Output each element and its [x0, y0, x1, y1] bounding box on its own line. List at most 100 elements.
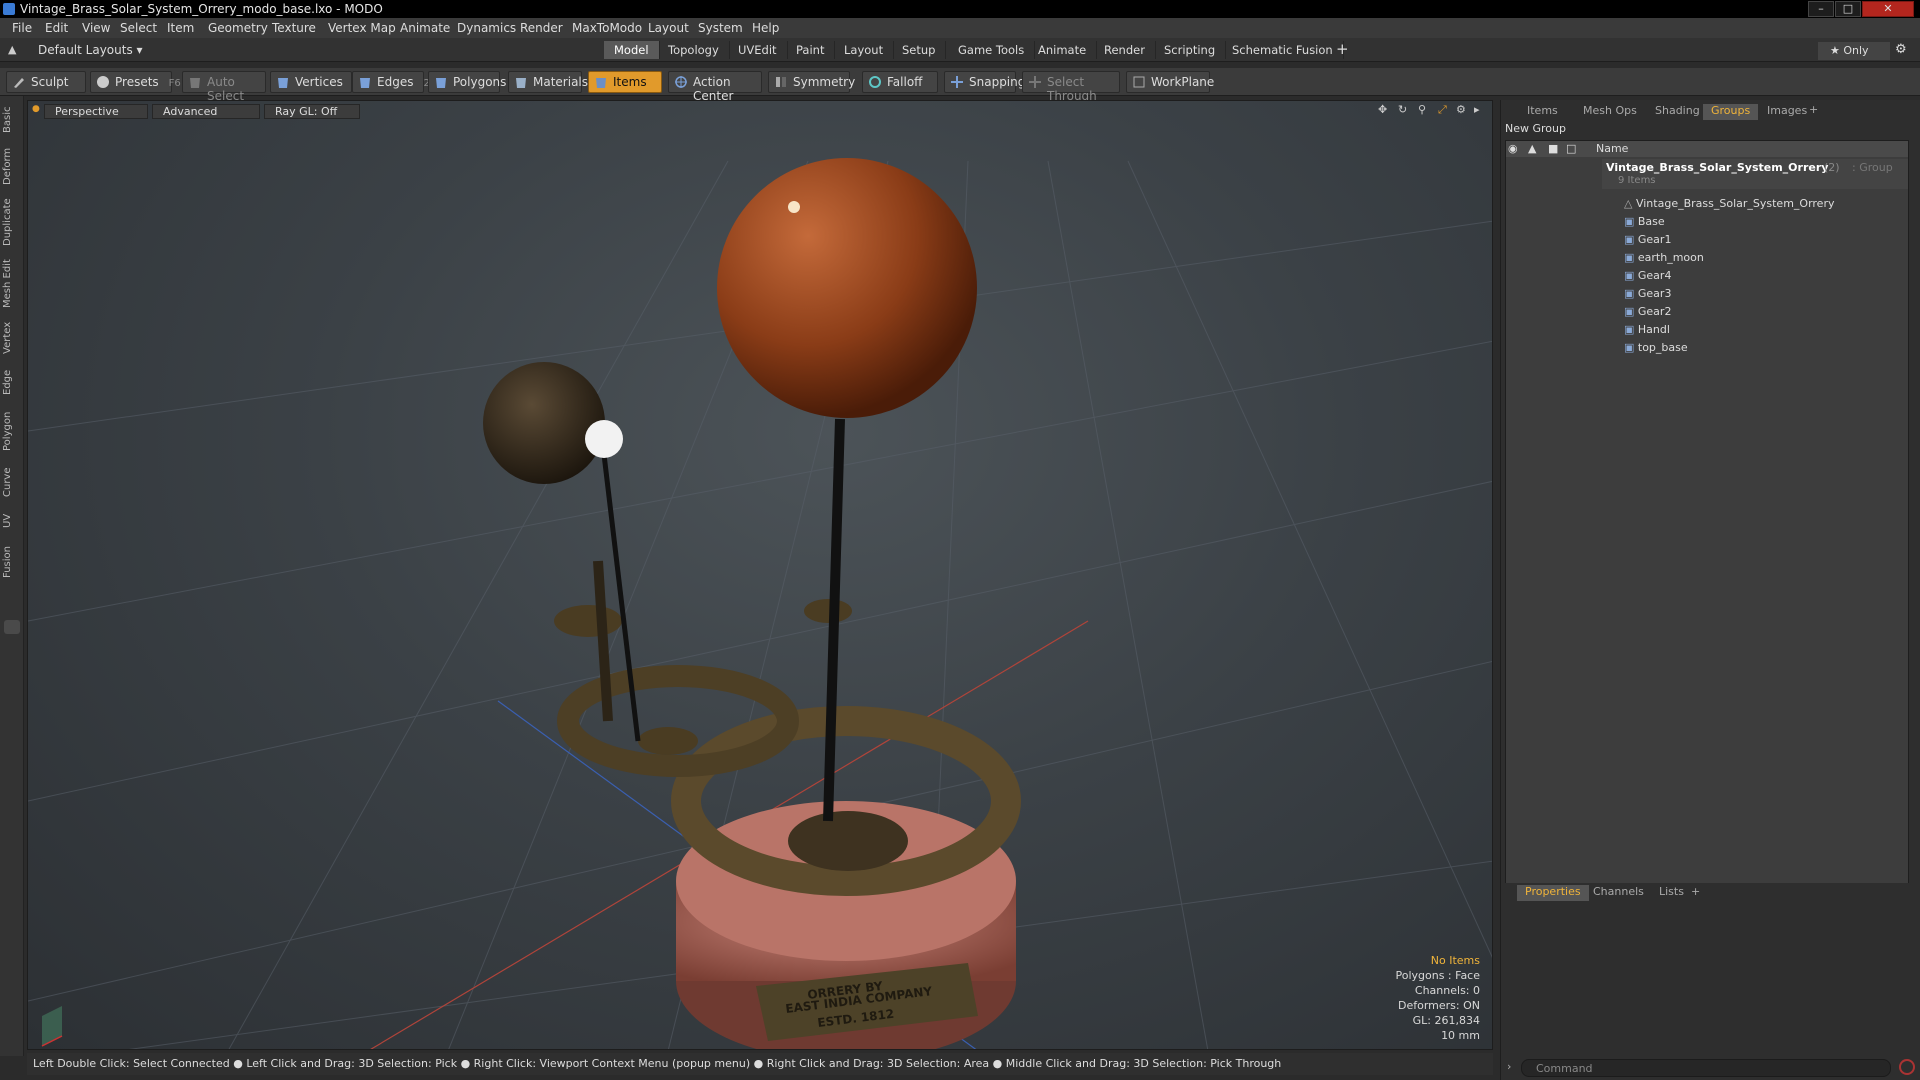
sculpt-button[interactable]: Sculpt — [6, 71, 86, 93]
tab-topology[interactable]: Topology — [658, 41, 730, 59]
falloff-label: Falloff — [887, 75, 923, 89]
menu-file[interactable]: File — [12, 21, 32, 35]
menu-help[interactable]: Help — [752, 21, 779, 35]
menu-system[interactable]: System — [698, 21, 743, 35]
left-tab-mesh-edit[interactable]: Mesh Edit — [2, 256, 22, 312]
add-panel-tab-button[interactable]: + — [1809, 103, 1818, 116]
vertices-button[interactable]: Vertices1 — [270, 71, 359, 93]
list-item[interactable]: ▣ Gear1 — [1624, 233, 1671, 251]
left-tab-fusion[interactable]: Fusion — [2, 540, 22, 584]
command-chevron-icon[interactable]: › — [1507, 1060, 1511, 1073]
lock-toggle-icon[interactable]: ■ — [1548, 142, 1558, 155]
edges-button[interactable]: Edges 2 — [352, 71, 430, 93]
tab-lists[interactable]: Lists — [1651, 885, 1692, 901]
presets-shortcut: F6 — [168, 78, 181, 89]
visibility-eye-icon[interactable]: ◉ — [1508, 142, 1518, 155]
items-button[interactable]: Items — [588, 71, 662, 93]
menu-dynamics[interactable]: Dynamics — [457, 21, 516, 35]
moon-sphere — [585, 420, 623, 458]
group-item-count: 9 Items — [1618, 175, 1656, 186]
tab-items[interactable]: Items — [1519, 104, 1566, 120]
left-tab-curve[interactable]: Curve — [2, 462, 22, 502]
3d-viewport[interactable]: ● Perspective Advanced Ray GL: Off ✥ ↻ ⚲… — [27, 100, 1493, 1050]
tab-animate[interactable]: Animate — [1028, 41, 1098, 59]
left-tab-deform[interactable]: Deform — [2, 144, 22, 188]
minimize-button[interactable]: – — [1808, 1, 1834, 17]
tab-groups[interactable]: Groups — [1703, 104, 1759, 120]
tab-uvedit[interactable]: UVEdit — [728, 41, 788, 59]
tab-model[interactable]: Model — [604, 41, 660, 59]
layout-pin-icon[interactable]: ▲ — [8, 43, 16, 56]
command-record-icon[interactable] — [1899, 1059, 1915, 1075]
new-group-button[interactable]: New Group — [1505, 122, 1566, 135]
left-strip-toggle-button[interactable] — [4, 620, 20, 634]
maximize-button[interactable]: □ — [1835, 1, 1861, 17]
symmetry-button[interactable]: Symmetry — [768, 71, 855, 93]
list-item[interactable]: ▣ Gear3 — [1624, 287, 1671, 305]
left-tab-duplicate[interactable]: Duplicate — [2, 194, 22, 250]
groups-list: ◉ ▲ ■ □ Name Vintage_Brass_Solar_System_… — [1505, 140, 1909, 940]
tab-properties[interactable]: Properties — [1517, 885, 1589, 901]
command-input[interactable]: Command — [1521, 1059, 1891, 1077]
menu-texture[interactable]: Texture — [272, 21, 316, 35]
falloff-button[interactable]: Falloff — [862, 71, 938, 93]
window-title: Vintage_Brass_Solar_System_Orrery_modo_b… — [20, 2, 383, 16]
tab-channels[interactable]: Channels — [1585, 885, 1652, 901]
menu-animate[interactable]: Animate — [400, 21, 450, 35]
tab-paint[interactable]: Paint — [786, 41, 836, 59]
close-button[interactable]: ✕ — [1862, 1, 1914, 17]
add-tab-button[interactable]: + — [1336, 40, 1349, 58]
add-properties-tab-button[interactable]: + — [1691, 885, 1700, 898]
menu-view[interactable]: View — [82, 21, 110, 35]
default-layouts-dropdown[interactable]: Default Layouts ▾ — [38, 43, 143, 57]
left-tab-polygon[interactable]: Polygon — [2, 406, 22, 456]
list-item[interactable]: ▣ Gear2 — [1624, 305, 1671, 323]
menu-select[interactable]: Select — [120, 21, 157, 35]
render-toggle-icon[interactable]: ▲ — [1528, 142, 1536, 155]
group-row[interactable]: Vintage_Brass_Solar_System_Orrery (2) : … — [1602, 159, 1908, 189]
tab-layout[interactable]: Layout — [834, 41, 895, 59]
command-row: › Command — [1505, 1057, 1917, 1079]
list-item[interactable]: ▣ Gear4 — [1624, 269, 1671, 287]
list-item[interactable]: △ Vintage_Brass_Solar_System_Orrery — [1624, 197, 1834, 215]
snapping-button[interactable]: Snapping — [944, 71, 1025, 93]
tab-setup[interactable]: Setup — [892, 41, 947, 59]
select-through-button[interactable]: Select Through — [1022, 71, 1120, 103]
presets-button[interactable]: Presets F6 — [90, 71, 181, 93]
action-center-button[interactable]: Action Center — [668, 71, 762, 103]
menu-geometry[interactable]: Geometry — [208, 21, 268, 35]
menu-vertex-map[interactable]: Vertex Map — [328, 21, 396, 35]
menu-edit[interactable]: Edit — [45, 21, 68, 35]
menu-maxtomodo[interactable]: MaxToModo — [572, 21, 642, 35]
tab-images[interactable]: Images — [1759, 104, 1815, 120]
tab-shading[interactable]: Shading — [1647, 104, 1708, 120]
list-item[interactable]: ▣ Handl — [1624, 323, 1670, 341]
group-count: (2) — [1824, 161, 1840, 174]
list-item[interactable]: ▣ top_base — [1624, 341, 1688, 359]
tab-scripting[interactable]: Scripting — [1154, 41, 1227, 59]
polygons-button[interactable]: Polygons — [428, 71, 506, 93]
materials-button[interactable]: Materials — [508, 71, 588, 93]
menu-item[interactable]: Item — [167, 21, 194, 35]
menu-layout[interactable]: Layout — [648, 21, 689, 35]
auto-select-button[interactable]: Auto Select — [182, 71, 266, 103]
tab-schematic-fusion[interactable]: Schematic Fusion — [1222, 41, 1344, 59]
menu-render[interactable]: Render — [520, 21, 563, 35]
left-tab-uv[interactable]: UV — [2, 508, 22, 534]
scale-info: 10 mm — [1441, 1029, 1480, 1042]
settings-gear-icon[interactable]: ⚙ — [1895, 42, 1907, 57]
only-toggle[interactable]: ★ Only — [1818, 42, 1890, 60]
no-items-label: No Items — [1430, 954, 1480, 967]
workplane-button[interactable]: WorkPlane — [1126, 71, 1214, 93]
tab-game-tools[interactable]: Game Tools — [948, 41, 1036, 59]
earth-sphere — [483, 362, 605, 484]
tab-mesh-ops[interactable]: Mesh Ops — [1575, 104, 1645, 120]
left-tab-edge[interactable]: Edge — [2, 364, 22, 400]
left-tab-vertex[interactable]: Vertex — [2, 318, 22, 358]
list-item[interactable]: ▣ Base — [1624, 215, 1665, 233]
tab-render[interactable]: Render — [1094, 41, 1156, 59]
left-tab-basic[interactable]: Basic — [2, 102, 22, 138]
mesh-icon: ▣ — [1624, 287, 1638, 300]
list-item[interactable]: ▣ earth_moon — [1624, 251, 1704, 269]
select-toggle-icon[interactable]: □ — [1566, 142, 1576, 155]
